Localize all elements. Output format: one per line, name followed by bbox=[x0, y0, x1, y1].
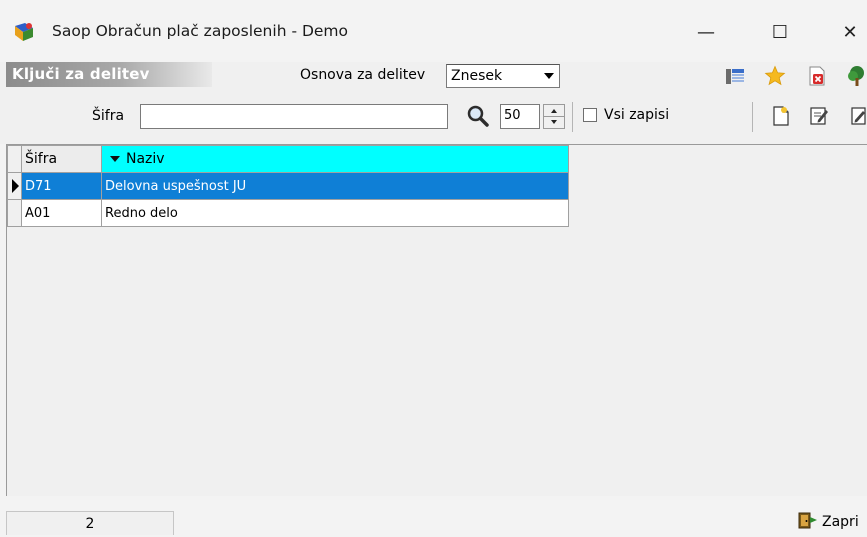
search-icon[interactable] bbox=[466, 104, 490, 128]
copy-document-icon[interactable] bbox=[846, 105, 867, 127]
table-row[interactable]: A01 Redno delo bbox=[7, 199, 569, 227]
vsi-zapisi-label: Vsi zapisi bbox=[604, 107, 670, 123]
column-header-naziv[interactable]: Naziv bbox=[101, 145, 569, 173]
filter-toolbar: Šifra 50 Vsi zapisi bbox=[0, 92, 867, 144]
toolbar-separator bbox=[572, 102, 573, 132]
column-header-naziv-label: Naziv bbox=[126, 151, 165, 167]
record-count: 2 bbox=[6, 511, 174, 535]
data-grid: Šifra Naziv D71 Delovna uspešnost JU A01… bbox=[6, 144, 867, 496]
close-button[interactable]: Zapri bbox=[797, 510, 859, 534]
sifra-label: Šifra bbox=[92, 108, 125, 124]
tree-icon[interactable] bbox=[846, 65, 867, 87]
cell-naziv[interactable]: Redno delo bbox=[101, 199, 569, 227]
current-row-pointer-icon bbox=[12, 179, 19, 193]
cell-sifra[interactable]: A01 bbox=[21, 199, 102, 227]
toolbar-separator bbox=[752, 102, 753, 132]
vsi-zapisi-checkbox[interactable] bbox=[583, 108, 597, 122]
osnova-value: Znesek bbox=[451, 68, 503, 84]
app-icon bbox=[12, 20, 36, 44]
maximize-button[interactable]: ☐ bbox=[760, 14, 800, 50]
column-header-sifra[interactable]: Šifra bbox=[21, 145, 102, 173]
window-title: Saop Obračun plač zaposlenih - Demo bbox=[52, 22, 349, 40]
row-indicator-header bbox=[7, 145, 22, 173]
row-indicator bbox=[7, 199, 22, 227]
chevron-down-icon[interactable] bbox=[539, 66, 558, 86]
sifra-search-input[interactable] bbox=[140, 104, 448, 129]
osnova-select[interactable]: Znesek bbox=[446, 64, 560, 88]
close-button-label: Zapri bbox=[822, 514, 859, 530]
records-table: Šifra Naziv D71 Delovna uspešnost JU A01… bbox=[7, 145, 569, 227]
row-indicator bbox=[7, 172, 22, 200]
section-title: Ključi za delitev bbox=[6, 62, 212, 87]
title-bar: Saop Obračun plač zaposlenih - Demo — ☐ … bbox=[0, 0, 867, 62]
delete-record-icon[interactable] bbox=[806, 65, 828, 87]
cell-sifra[interactable]: D71 bbox=[21, 172, 102, 200]
status-bar: 2 Zapri bbox=[0, 496, 867, 537]
minimize-button[interactable]: — bbox=[686, 14, 726, 50]
favorite-star-icon[interactable] bbox=[764, 65, 786, 87]
table-header-row: Šifra Naziv bbox=[7, 145, 569, 173]
record-limit-spinner[interactable] bbox=[543, 104, 565, 129]
sort-descending-icon bbox=[110, 156, 120, 162]
close-window-button[interactable]: ✕ bbox=[830, 14, 867, 50]
table-row[interactable]: D71 Delovna uspešnost JU bbox=[7, 172, 569, 200]
edit-document-icon[interactable] bbox=[808, 105, 830, 127]
osnova-label: Osnova za delitev bbox=[300, 67, 426, 83]
record-limit-input[interactable]: 50 bbox=[500, 104, 540, 129]
header-band: Ključi za delitev Osnova za delitev Znes… bbox=[0, 62, 867, 92]
close-door-icon bbox=[797, 510, 819, 534]
cell-naziv[interactable]: Delovna uspešnost JU bbox=[101, 172, 569, 200]
columns-icon[interactable] bbox=[724, 65, 746, 87]
new-document-icon[interactable] bbox=[770, 105, 792, 127]
